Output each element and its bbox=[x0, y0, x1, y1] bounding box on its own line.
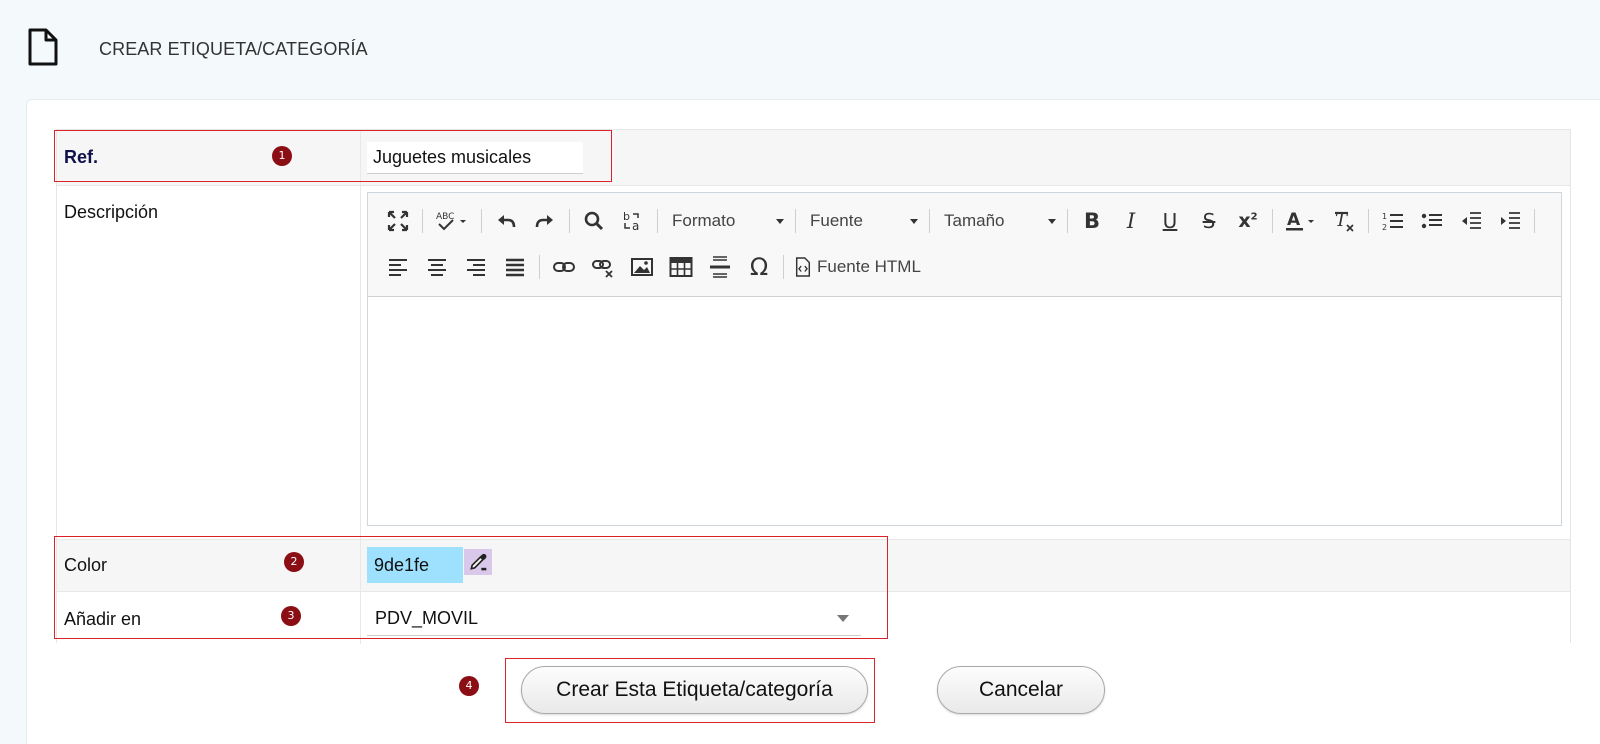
indent-icon[interactable] bbox=[1494, 205, 1526, 237]
superscript-icon[interactable]: x2 bbox=[1232, 205, 1264, 237]
toolbar-row-1: ABC ba Formato Fuente Tamaño B I U S x2 … bbox=[382, 203, 1543, 239]
form-table: Ref. 1 Descripción ABC bbox=[56, 129, 1571, 644]
row-ref: Ref. 1 bbox=[57, 130, 1570, 186]
align-right-icon[interactable] bbox=[460, 251, 492, 283]
maximize-icon[interactable] bbox=[382, 205, 414, 237]
svg-text:a: a bbox=[632, 219, 639, 233]
underline-icon[interactable]: U bbox=[1154, 205, 1186, 237]
align-center-icon[interactable] bbox=[421, 251, 453, 283]
color-label: Color bbox=[64, 555, 108, 575]
toolbar-separator bbox=[795, 209, 796, 233]
label-cell bbox=[57, 186, 361, 539]
label-cell bbox=[57, 130, 361, 185]
page-header bbox=[26, 24, 60, 70]
format-dropdown[interactable]: Formato bbox=[666, 205, 788, 237]
add-in-label: Añadir en bbox=[64, 609, 142, 629]
outdent-icon[interactable] bbox=[1455, 205, 1487, 237]
step-badge-4: 4 bbox=[459, 676, 479, 696]
bullet-list-icon[interactable] bbox=[1416, 205, 1448, 237]
chevron-down-icon bbox=[1048, 218, 1056, 224]
toolbar-separator bbox=[1368, 209, 1369, 233]
create-tag-button[interactable]: Crear Esta Etiqueta/categoría bbox=[521, 666, 868, 714]
undo-icon[interactable] bbox=[490, 205, 522, 237]
unlink-icon[interactable] bbox=[587, 251, 619, 283]
step-badge-1: 1 bbox=[272, 146, 292, 166]
horizontal-rule-icon[interactable] bbox=[704, 251, 736, 283]
redo-icon[interactable] bbox=[529, 205, 561, 237]
svg-text:1: 1 bbox=[1382, 212, 1387, 221]
color-input[interactable] bbox=[367, 547, 463, 583]
toolbar-separator bbox=[1272, 209, 1273, 233]
toolbar-separator bbox=[657, 209, 658, 233]
step-badge-3: 3 bbox=[281, 606, 301, 626]
link-icon[interactable] bbox=[548, 251, 580, 283]
toolbar-separator bbox=[569, 209, 570, 233]
toolbar-separator bbox=[539, 255, 540, 279]
align-justify-icon[interactable] bbox=[499, 251, 531, 283]
size-dropdown[interactable]: Tamaño bbox=[938, 205, 1060, 237]
add-in-select[interactable]: PDV_MOVIL bbox=[367, 602, 861, 636]
editor-content-area[interactable] bbox=[368, 298, 1561, 525]
ref-label: Ref. bbox=[64, 147, 99, 167]
document-icon bbox=[28, 28, 58, 66]
toolbar-separator bbox=[1067, 209, 1068, 233]
italic-icon[interactable]: I bbox=[1115, 205, 1147, 237]
chevron-down-icon bbox=[910, 218, 918, 224]
strikethrough-icon[interactable]: S bbox=[1193, 205, 1225, 237]
toolbar-row-2: Ω Fuente HTML bbox=[382, 249, 930, 285]
size-dropdown-label: Tamaño bbox=[944, 211, 1005, 230]
description-label: Descripción bbox=[64, 202, 159, 222]
toolbar-separator bbox=[929, 209, 930, 233]
remove-format-icon[interactable]: T bbox=[1328, 205, 1360, 237]
step-badge-2: 2 bbox=[284, 552, 304, 572]
source-html-label: Fuente HTML bbox=[817, 257, 921, 276]
bold-icon[interactable]: B bbox=[1076, 205, 1108, 237]
special-character-icon[interactable]: Ω bbox=[743, 251, 775, 283]
svg-text:A: A bbox=[1287, 210, 1301, 230]
source-html-button[interactable]: Fuente HTML bbox=[792, 251, 923, 283]
rich-text-editor: ABC ba Formato Fuente Tamaño B I U S x2 … bbox=[367, 192, 1562, 526]
replace-icon[interactable]: ba bbox=[617, 205, 649, 237]
toolbar-separator bbox=[783, 255, 784, 279]
ref-input[interactable] bbox=[367, 142, 583, 174]
eyedropper-icon bbox=[470, 553, 487, 571]
toolbar-separator bbox=[422, 209, 423, 233]
svg-text:b: b bbox=[623, 210, 630, 223]
toolbar-separator bbox=[481, 209, 482, 233]
text-color-icon[interactable]: A bbox=[1281, 205, 1321, 237]
image-icon[interactable] bbox=[626, 251, 658, 283]
numbered-list-icon[interactable]: 12 bbox=[1377, 205, 1409, 237]
chevron-down-icon bbox=[837, 615, 849, 622]
format-dropdown-label: Formato bbox=[672, 211, 736, 230]
color-picker-button[interactable] bbox=[464, 549, 492, 575]
toolbar-separator bbox=[1534, 209, 1535, 233]
font-dropdown-label: Fuente bbox=[810, 211, 863, 230]
source-code-icon bbox=[795, 257, 811, 277]
table-icon[interactable] bbox=[665, 251, 697, 283]
chevron-down-icon bbox=[776, 218, 784, 224]
row-add-in: Añadir en 3 PDV_MOVIL bbox=[57, 592, 1570, 644]
add-in-selected-value: PDV_MOVIL bbox=[375, 608, 479, 628]
row-color: Color 2 bbox=[57, 540, 1570, 592]
font-dropdown[interactable]: Fuente bbox=[804, 205, 922, 237]
search-icon[interactable] bbox=[578, 205, 610, 237]
cancel-button[interactable]: Cancelar bbox=[937, 666, 1105, 714]
svg-text:2: 2 bbox=[1382, 223, 1387, 232]
row-description: Descripción ABC b a Formato Fuente Tamañ… bbox=[57, 186, 1570, 540]
page-title: CREAR ETIQUETA/CATEGORÍA bbox=[99, 39, 368, 59]
spellcheck-icon[interactable]: ABC bbox=[431, 205, 473, 237]
editor-toolbar: ABC ba Formato Fuente Tamaño B I U S x2 … bbox=[368, 193, 1561, 297]
align-left-icon[interactable] bbox=[382, 251, 414, 283]
